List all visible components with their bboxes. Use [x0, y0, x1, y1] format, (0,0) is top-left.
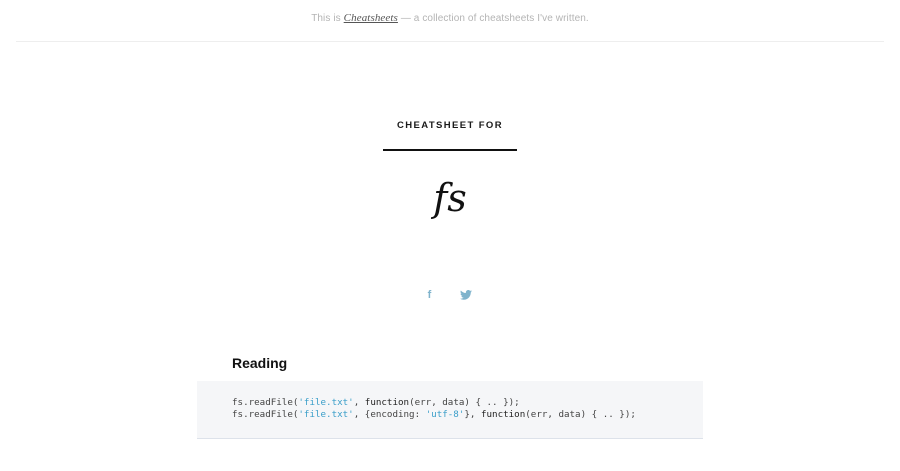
code-line: fs.readFile('file.txt', function(err, da…: [232, 397, 520, 408]
code-text: fs.readFile(: [232, 409, 299, 420]
code-keyword: function: [480, 409, 526, 420]
intro-suffix: — a collection of cheatsheets I've writt…: [397, 13, 589, 24]
code-keyword: function: [364, 397, 410, 408]
intro-prefix: This is: [311, 13, 344, 24]
code-text: ,: [353, 397, 365, 408]
code-string: 'file.txt': [298, 409, 354, 420]
code-text: },: [464, 409, 481, 420]
twitter-icon: [460, 290, 473, 300]
page-eyebrow: CHEATSHEET FOR: [397, 120, 503, 131]
twitter-share-button[interactable]: [460, 289, 473, 301]
code-string: 'utf-8': [425, 409, 465, 420]
top-intro-bar: This is Cheatsheets — a collection of ch…: [16, 0, 884, 42]
code-text: (err, data) { .. });: [409, 397, 520, 408]
code-string: 'file.txt': [298, 397, 354, 408]
section-title-reading: Reading: [232, 355, 288, 371]
code-listing: fs.readFile('file.txt', function(err, da…: [232, 397, 636, 421]
facebook-share-button[interactable]: f: [428, 289, 432, 301]
page-title: fs: [433, 176, 467, 220]
code-text: , {encoding:: [353, 409, 426, 420]
intro-text: This is Cheatsheets — a collection of ch…: [16, 12, 884, 24]
title-divider: [383, 149, 517, 151]
social-share: f: [0, 289, 900, 301]
code-line: fs.readFile('file.txt', {encoding: 'utf-…: [232, 409, 636, 420]
code-text: (err, data) { .. });: [525, 409, 636, 420]
code-text: fs.readFile(: [232, 397, 299, 408]
cheatsheets-link[interactable]: Cheatsheets: [344, 12, 398, 24]
facebook-icon: f: [427, 289, 432, 302]
code-block: fs.readFile('file.txt', function(err, da…: [197, 381, 703, 439]
